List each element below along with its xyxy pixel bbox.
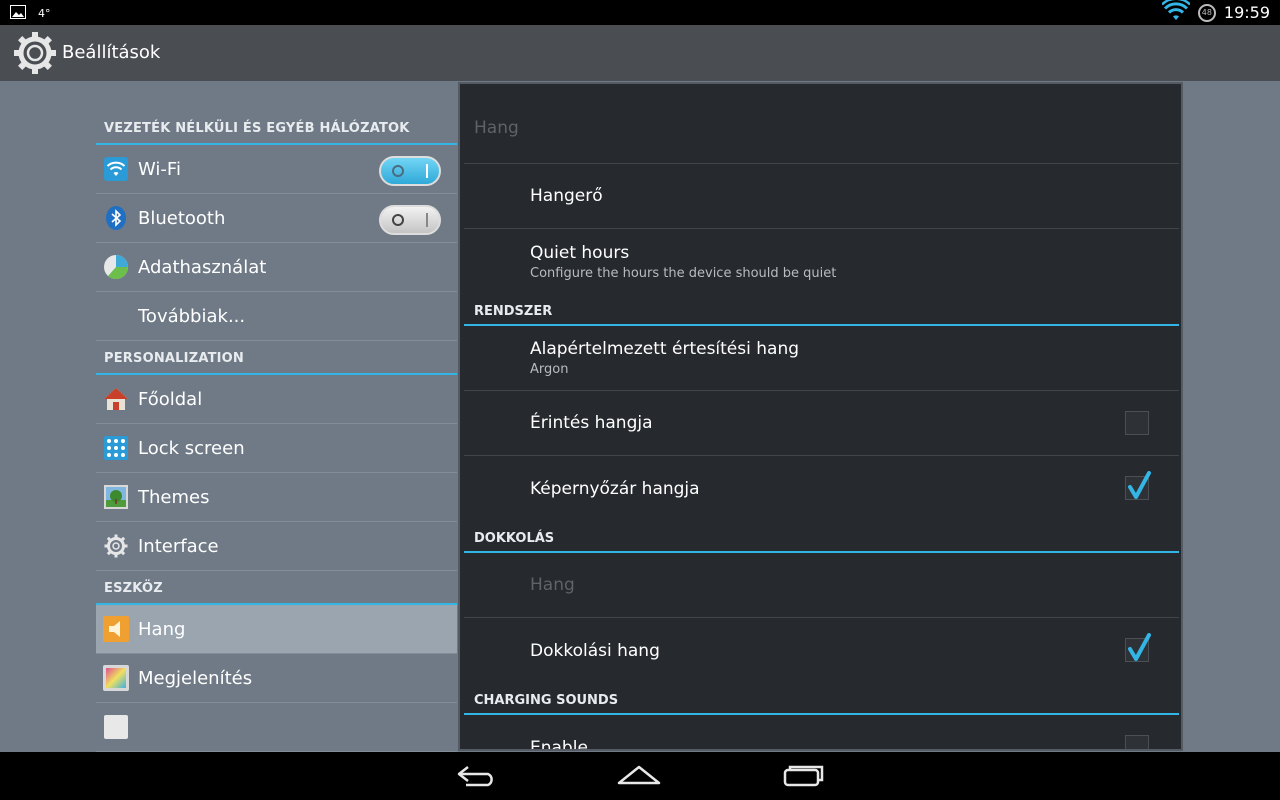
item-title: Érintés hangja (530, 413, 653, 433)
storage-icon (103, 714, 129, 740)
section-header-personalization: PERSONALIZATION (96, 341, 457, 375)
interface-gear-icon (103, 533, 129, 559)
sidebar-item-home[interactable]: Főoldal (96, 375, 457, 424)
sidebar-item-wifi[interactable]: Wi-Fi (96, 145, 457, 194)
section-header-system: RENDSZER (464, 294, 1179, 326)
toggle-on-mark (426, 164, 428, 178)
screen-lock-sound-item[interactable]: Képernyőzár hangja (464, 456, 1179, 521)
checkmark-icon (1128, 633, 1151, 661)
panel-title: Hang (464, 88, 1179, 164)
toggle-off-mark (392, 214, 404, 226)
section-header-docking: DOKKOLÁS (464, 521, 1179, 553)
item-title: Dokkolási hang (530, 640, 660, 661)
default-notification-sound-item[interactable]: Alapértelmezett értesítési hang Argon (464, 326, 1179, 391)
wifi-toggle[interactable] (379, 156, 441, 186)
sidebar-item-label: Lock screen (138, 437, 245, 459)
item-title: Quiet hours (530, 242, 630, 263)
themes-icon (103, 484, 129, 510)
sidebar-item-label: Megjelenítés (138, 667, 253, 689)
item-title: Alapértelmezett értesítési hang (530, 339, 800, 359)
sidebar-item-label: Hang (138, 618, 186, 640)
section-header-charging-sounds: CHARGING SOUNDS (464, 683, 1179, 715)
recent-apps-icon[interactable] (777, 760, 825, 790)
lock-screen-icon (103, 435, 129, 461)
toggle-off-mark (392, 165, 404, 177)
sidebar-item-bluetooth[interactable]: Bluetooth (96, 194, 457, 243)
charging-enable-checkbox[interactable] (1125, 735, 1149, 749)
settings-sidebar: VEZETÉK NÉLKÜLI ÉS EGYÉB HÁLÓZATOK Wi-Fi… (96, 111, 457, 752)
sidebar-item-themes[interactable]: Themes (96, 473, 457, 522)
sidebar-item-label: Bluetooth (138, 207, 226, 229)
battery-icon: 48 (1197, 3, 1216, 22)
temperature-indicator: 4° (38, 7, 51, 20)
section-header-wireless: VEZETÉK NÉLKÜLI ÉS EGYÉB HÁLÓZATOK (96, 111, 457, 145)
image-notification-icon (10, 4, 26, 23)
item-summary: Argon (530, 362, 569, 377)
clock: 19:59 (1223, 3, 1270, 22)
sidebar-item-label: Főoldal (138, 388, 203, 410)
volume-item[interactable]: Hangerő (464, 164, 1179, 229)
sound-icon (103, 616, 129, 642)
touch-sound-item[interactable]: Érintés hangja (464, 391, 1179, 456)
checkmark-icon (1128, 471, 1151, 499)
sidebar-item-data-usage[interactable]: Adathasználat (96, 243, 457, 292)
data-usage-icon (103, 254, 129, 280)
sidebar-item-partial[interactable] (96, 703, 457, 752)
sidebar-item-more[interactable]: Továbbiak... (96, 292, 457, 341)
screen-lock-sound-checkbox[interactable] (1125, 471, 1151, 500)
sidebar-item-interface[interactable]: Interface (96, 522, 457, 571)
sidebar-item-label: Interface (138, 535, 219, 557)
item-title: Enable (530, 737, 588, 751)
dock-audio-item: Hang (464, 553, 1179, 618)
wifi-icon (103, 156, 129, 182)
bluetooth-icon (103, 205, 129, 231)
back-icon[interactable] (453, 760, 501, 790)
item-summary: Configure the hours the device should be… (530, 265, 837, 281)
home-icon[interactable] (615, 760, 663, 790)
item-title: Hangerő (530, 186, 603, 206)
charging-enable-item[interactable]: Enable (464, 715, 1179, 751)
item-title: Képernyőzár hangja (530, 478, 700, 499)
navigation-bar (0, 752, 1280, 800)
section-header-device: ESZKÖZ (96, 571, 457, 605)
display-icon (103, 665, 129, 691)
sidebar-item-label: Továbbiak... (138, 305, 246, 327)
wifi-icon (1161, 0, 1191, 26)
sidebar-item-label: Themes (138, 486, 210, 508)
page-title: Beállítások (62, 42, 161, 63)
toggle-on-mark (426, 213, 428, 227)
content-area: VEZETÉK NÉLKÜLI ÉS EGYÉB HÁLÓZATOK Wi-Fi… (0, 81, 1280, 752)
item-title: Hang (530, 575, 575, 595)
action-bar: Beállítások (0, 25, 1280, 81)
settings-gear-icon[interactable] (12, 30, 58, 76)
sidebar-item-label: Wi-Fi (138, 158, 181, 180)
sidebar-item-sound[interactable]: Hang (96, 605, 457, 654)
home-icon (103, 386, 129, 412)
status-bar: 4° 48 19:59 (0, 0, 1280, 25)
quiet-hours-item[interactable]: Quiet hours Configure the hours the devi… (464, 229, 1179, 294)
sidebar-item-display[interactable]: Megjelenítés (96, 654, 457, 703)
sidebar-item-label: Adathasználat (138, 256, 267, 278)
dock-sound-checkbox[interactable] (1125, 633, 1151, 662)
touch-sound-checkbox[interactable] (1125, 411, 1149, 435)
bluetooth-toggle[interactable] (379, 205, 441, 235)
sidebar-item-lock-screen[interactable]: Lock screen (96, 424, 457, 473)
dock-sound-item[interactable]: Dokkolási hang (464, 618, 1179, 683)
sound-settings-panel: Hang Hangerő Quiet hours Configure the h… (458, 82, 1183, 751)
